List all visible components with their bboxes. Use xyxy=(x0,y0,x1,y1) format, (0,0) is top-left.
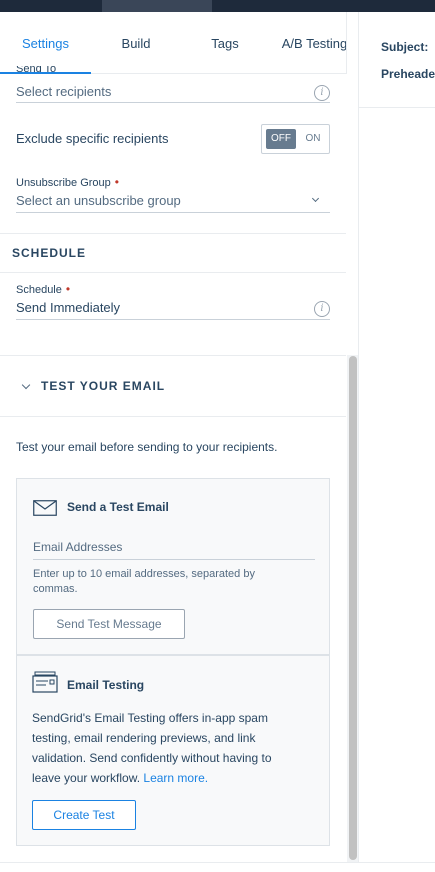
schedule-section-title: SCHEDULE xyxy=(12,246,87,260)
send-test-email-title: Send a Test Email xyxy=(67,500,169,514)
help-line-2: commas. xyxy=(33,583,78,595)
tab-tags[interactable]: Tags xyxy=(181,12,269,74)
exclude-recipients-label: Exclude specific recipients xyxy=(16,131,169,146)
description-line-2: testing, email rendering previews, and l… xyxy=(32,731,256,745)
email-addresses-underline xyxy=(33,559,315,560)
scrollbar-thumb[interactable] xyxy=(349,356,357,860)
tab-settings[interactable]: Settings xyxy=(0,12,91,74)
help-line-1: Enter up to 10 email addresses, separate… xyxy=(33,568,255,580)
description-line-1: SendGrid's Email Testing offers in-app s… xyxy=(32,711,268,725)
email-testing-card: Email Testing SendGrid's Email Testing o… xyxy=(16,655,330,846)
test-email-intro: Test your email before sending to your r… xyxy=(16,440,278,454)
test-email-section-header[interactable]: TEST YOUR EMAIL xyxy=(0,355,346,417)
bottom-divider xyxy=(0,862,435,863)
test-email-section-title: TEST YOUR EMAIL xyxy=(41,379,166,393)
tabs-divider xyxy=(346,12,347,74)
tab-build[interactable]: Build xyxy=(91,12,181,74)
schedule-info-icon[interactable]: i xyxy=(314,301,330,317)
top-app-bar-active-tab[interactable] xyxy=(102,0,212,12)
top-app-bar xyxy=(0,0,435,12)
unsubscribe-underline xyxy=(16,212,330,213)
send-test-email-card: Send a Test Email Email Addresses Enter … xyxy=(16,478,330,655)
email-testing-title: Email Testing xyxy=(67,678,145,692)
toggle-off-option[interactable]: OFF xyxy=(266,129,296,149)
editor-tabs: Settings Build Tags A/B Testing xyxy=(0,12,347,74)
unsubscribe-group-select[interactable]: Select an unsubscribe group xyxy=(16,193,181,208)
required-indicator: • xyxy=(65,282,71,296)
email-testing-icon xyxy=(32,671,58,698)
schedule-section-header: SCHEDULE xyxy=(0,233,346,273)
required-indicator: • xyxy=(114,175,119,189)
unsubscribe-group-label-text: Unsubscribe Group xyxy=(16,177,111,189)
envelope-icon xyxy=(33,500,57,521)
recipients-underline xyxy=(16,102,330,103)
send-to-label: Send To xyxy=(16,66,57,74)
subject-label: Subject: xyxy=(381,40,429,54)
schedule-label: Schedule • xyxy=(16,282,70,296)
email-addresses-help: Enter up to 10 email addresses, separate… xyxy=(33,567,255,597)
description-line-3: validation. Send confidently without hav… xyxy=(32,751,272,765)
email-testing-description: SendGrid's Email Testing offers in-app s… xyxy=(32,708,272,788)
recipients-info-icon[interactable]: i xyxy=(314,85,330,101)
learn-more-link[interactable]: Learn more. xyxy=(143,771,208,785)
schedule-underline xyxy=(16,319,330,320)
description-line-4: leave your workflow. xyxy=(32,771,141,785)
panel-divider xyxy=(358,12,359,862)
chevron-down-icon[interactable] xyxy=(21,380,31,390)
email-preview-header: Subject: Preheade xyxy=(359,12,435,108)
unsubscribe-group-label: Unsubscribe Group • xyxy=(16,175,119,189)
toggle-on-option[interactable]: ON xyxy=(300,129,326,149)
send-test-message-button[interactable]: Send Test Message xyxy=(33,609,185,639)
preheader-label: Preheade xyxy=(381,67,435,81)
email-addresses-input[interactable]: Email Addresses xyxy=(33,540,122,554)
exclude-recipients-toggle[interactable]: OFF ON xyxy=(261,124,330,154)
create-test-button[interactable]: Create Test xyxy=(32,800,136,830)
schedule-select[interactable]: Send Immediately xyxy=(16,300,120,315)
schedule-label-text: Schedule xyxy=(16,284,62,296)
recipients-select[interactable]: Select recipients xyxy=(16,84,111,99)
